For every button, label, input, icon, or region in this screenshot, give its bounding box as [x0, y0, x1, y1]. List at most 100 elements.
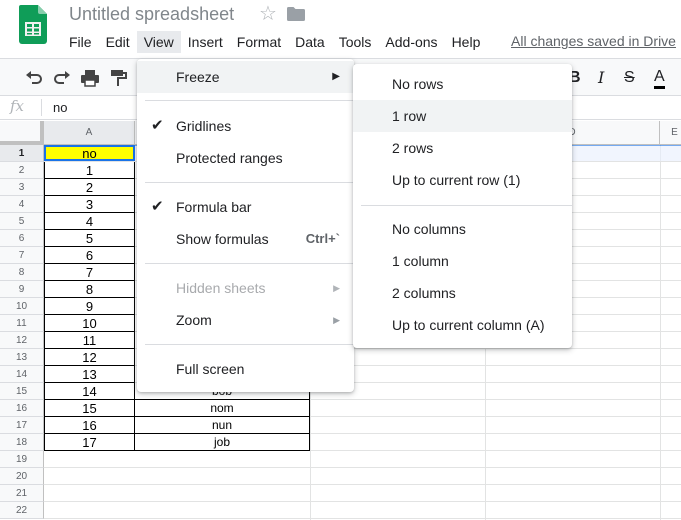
- row-header[interactable]: 16: [0, 400, 44, 417]
- row-header[interactable]: 11: [0, 315, 44, 332]
- cell-b[interactable]: nun: [135, 417, 310, 434]
- freeze-2-rows[interactable]: 2 rows: [353, 132, 572, 164]
- menu-item-zoom[interactable]: Zoom ▶: [137, 304, 354, 336]
- row-header[interactable]: 10: [0, 298, 44, 315]
- menu-format[interactable]: Format: [230, 31, 288, 53]
- menu-file[interactable]: File: [62, 31, 99, 53]
- menu-help[interactable]: Help: [445, 31, 488, 53]
- cell-a[interactable]: 13: [44, 366, 135, 383]
- cell-a[interactable]: 4: [44, 213, 135, 230]
- cell-a[interactable]: 9: [44, 298, 135, 315]
- row-header[interactable]: 3: [0, 179, 44, 196]
- freeze-no-rows[interactable]: No rows: [353, 68, 572, 100]
- row-header[interactable]: 18: [0, 434, 44, 451]
- formula-bar-divider: [41, 99, 42, 116]
- strikethrough-button[interactable]: S: [624, 67, 635, 89]
- menu-view[interactable]: View: [136, 31, 181, 53]
- document-title[interactable]: Untitled spreadsheet: [69, 4, 234, 25]
- row-gridline: [44, 501, 681, 502]
- undo-icon[interactable]: [23, 67, 45, 89]
- cell-a[interactable]: 14: [44, 383, 135, 400]
- row-header[interactable]: 21: [0, 485, 44, 502]
- row-header[interactable]: 20: [0, 468, 44, 485]
- row-header[interactable]: 15: [0, 383, 44, 400]
- row-gridline: [44, 518, 681, 519]
- row-header[interactable]: 6: [0, 230, 44, 247]
- cell-a[interactable]: 16: [44, 417, 135, 434]
- cell-a[interactable]: 7: [44, 264, 135, 281]
- row-header[interactable]: 19: [0, 451, 44, 468]
- menu-item-label: Protected ranges: [176, 150, 283, 166]
- column-header-a[interactable]: A: [44, 121, 135, 145]
- freeze-up-to-current-row[interactable]: Up to current row (1): [353, 164, 572, 196]
- sheets-logo-icon[interactable]: [19, 5, 47, 44]
- menu-add-ons[interactable]: Add-ons: [378, 31, 444, 53]
- cell-a[interactable]: 3: [44, 196, 135, 213]
- print-icon[interactable]: [79, 67, 101, 89]
- row-header[interactable]: 9: [0, 281, 44, 298]
- menu-item-gridlines[interactable]: ✔ Gridlines: [137, 110, 354, 142]
- row-header[interactable]: 5: [0, 213, 44, 230]
- select-all-corner[interactable]: [0, 121, 44, 145]
- menu-item-label: 1 row: [392, 108, 427, 124]
- row-gridline: [44, 484, 681, 485]
- text-color-button[interactable]: A: [654, 67, 665, 89]
- submenu-arrow-icon: ▶: [333, 283, 340, 293]
- cell-a[interactable]: 15: [44, 400, 135, 417]
- cell-a[interactable]: 8: [44, 281, 135, 298]
- menu-item-freeze[interactable]: Freeze ▶: [137, 61, 354, 93]
- menu-divider: [145, 344, 354, 345]
- menu-divider: [361, 205, 572, 206]
- view-menu: Freeze ▶ ✔ Gridlines Protected ranges ✔ …: [137, 59, 354, 392]
- row-header[interactable]: 8: [0, 264, 44, 281]
- menu-data[interactable]: Data: [288, 31, 332, 53]
- folder-icon[interactable]: [287, 7, 305, 21]
- row-header[interactable]: 17: [0, 417, 44, 434]
- formula-input[interactable]: no: [53, 100, 67, 115]
- freeze-up-to-current-column[interactable]: Up to current column (A): [353, 309, 572, 341]
- menu-item-label: Formula bar: [176, 199, 252, 215]
- cell-a1-selected[interactable]: no: [44, 145, 135, 161]
- freeze-1-column[interactable]: 1 column: [353, 245, 572, 277]
- menu-item-label: No rows: [392, 76, 444, 92]
- cell-a[interactable]: 12: [44, 349, 135, 366]
- menu-item-label: Hidden sheets: [176, 280, 266, 296]
- row-header[interactable]: 1: [0, 145, 44, 162]
- row-header[interactable]: 7: [0, 247, 44, 264]
- cell-a[interactable]: 17: [44, 434, 135, 451]
- row-header[interactable]: 22: [0, 502, 44, 519]
- redo-icon[interactable]: [51, 67, 73, 89]
- star-icon[interactable]: ☆: [259, 3, 277, 25]
- row-header[interactable]: 13: [0, 349, 44, 366]
- save-status-link[interactable]: All changes saved in Drive: [511, 33, 676, 49]
- freeze-2-columns[interactable]: 2 columns: [353, 277, 572, 309]
- cell-a[interactable]: 1: [44, 162, 135, 179]
- menu-item-label: Zoom: [176, 312, 212, 328]
- menu-item-full-screen[interactable]: Full screen: [137, 353, 354, 385]
- menu-item-formula-bar[interactable]: ✔ Formula bar: [137, 191, 354, 223]
- cell-b[interactable]: job: [135, 434, 310, 451]
- menu-item-label: Full screen: [176, 361, 245, 377]
- column-header-e[interactable]: E: [660, 121, 681, 145]
- checkmark-icon: ✔: [151, 117, 164, 134]
- menu-item-protected-ranges[interactable]: Protected ranges: [137, 142, 354, 174]
- row-header[interactable]: 14: [0, 366, 44, 383]
- menu-insert[interactable]: Insert: [181, 31, 230, 53]
- cell-a[interactable]: 5: [44, 230, 135, 247]
- cell-a[interactable]: 11: [44, 332, 135, 349]
- cell-a[interactable]: 10: [44, 315, 135, 332]
- menu-edit[interactable]: Edit: [99, 31, 137, 53]
- freeze-1-row[interactable]: 1 row: [353, 100, 572, 132]
- submenu-arrow-icon: ▶: [332, 71, 340, 82]
- cell-b[interactable]: nom: [135, 400, 310, 417]
- freeze-no-columns[interactable]: No columns: [353, 213, 572, 245]
- row-header[interactable]: 12: [0, 332, 44, 349]
- cell-a[interactable]: 6: [44, 247, 135, 264]
- paint-format-icon[interactable]: [107, 67, 129, 89]
- cell-a[interactable]: 2: [44, 179, 135, 196]
- menu-tools[interactable]: Tools: [332, 31, 379, 53]
- italic-button[interactable]: I: [598, 67, 604, 89]
- row-header[interactable]: 2: [0, 162, 44, 179]
- menu-item-show-formulas[interactable]: Show formulas Ctrl+`: [137, 223, 354, 255]
- row-header[interactable]: 4: [0, 196, 44, 213]
